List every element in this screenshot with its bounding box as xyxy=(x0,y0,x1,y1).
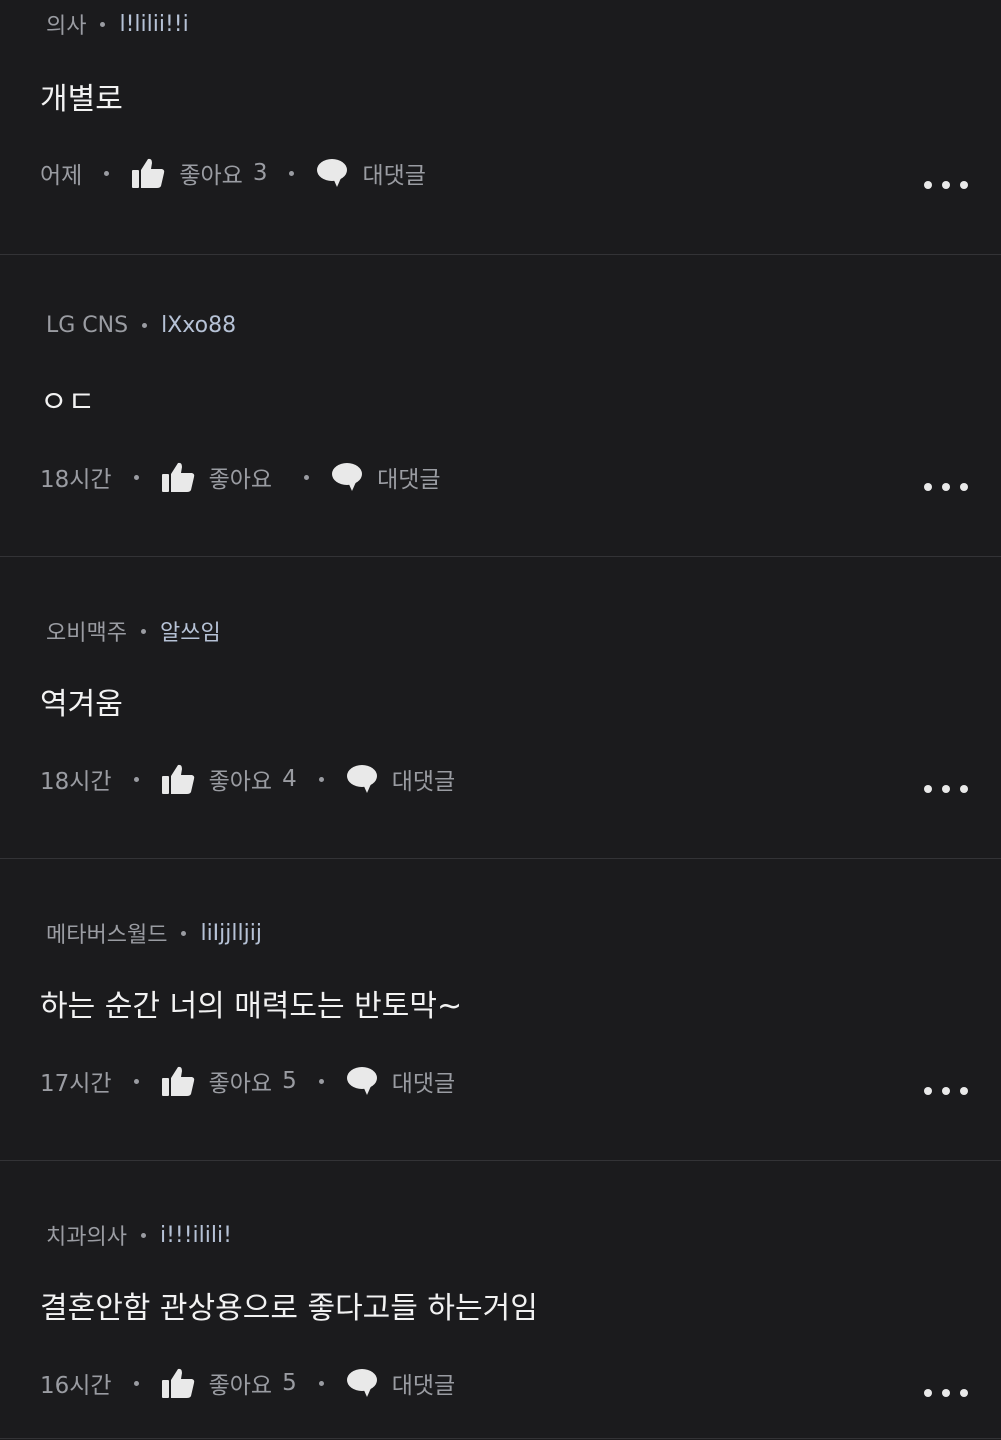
comment-item: 메타버스월드 liIjjlljij 하는 순간 너의 매력도는 반토막~ 17시… xyxy=(0,859,1001,1161)
author-nickname[interactable]: lXxo88 xyxy=(161,313,236,338)
reply-button[interactable]: 대댓글 xyxy=(331,460,441,494)
like-button[interactable]: 좋아요 4 xyxy=(161,762,297,796)
reply-button[interactable]: 대댓글 xyxy=(346,1366,455,1400)
more-options-button[interactable] xyxy=(924,477,968,497)
thumbs-up-icon xyxy=(161,764,194,794)
comment-item: 오비맥주 알쓰임 역겨움 18시간 좋아요 4 대댓글 xyxy=(0,557,1001,859)
separator-dot xyxy=(133,776,139,782)
reply-label: 대댓글 xyxy=(391,1071,456,1097)
comment-actions: 18시간 좋아요 대댓글 xyxy=(40,460,441,494)
speech-bubble-icon xyxy=(346,765,377,793)
like-count: 4 xyxy=(282,766,297,792)
author-nickname[interactable]: 알쓰임 xyxy=(160,615,221,647)
comment-text: 하는 순간 너의 매력도는 반토막~ xyxy=(40,989,463,1024)
separator-dot xyxy=(100,21,106,27)
thumbs-up-icon xyxy=(161,1066,194,1096)
comment-meta: 오비맥주 알쓰임 xyxy=(46,615,221,647)
comment-actions: 16시간 좋아요 5 대댓글 xyxy=(40,1366,455,1400)
separator-dot xyxy=(142,323,148,328)
speech-bubble-icon xyxy=(346,1067,377,1095)
reply-button[interactable]: 대댓글 xyxy=(316,156,426,190)
author-company: 메타버스월드 xyxy=(46,923,168,948)
speech-bubble-icon xyxy=(332,463,363,491)
separator-dot xyxy=(140,628,146,634)
comment-text: 개별로 xyxy=(40,82,123,117)
like-button[interactable]: 좋아요 xyxy=(161,460,282,494)
comment-actions: 어제 좋아요 3 대댓글 xyxy=(40,156,426,190)
more-horizontal-icon xyxy=(924,785,932,793)
comment-meta: 치과의사 i!!!ilili! xyxy=(46,1219,232,1251)
author-nickname[interactable]: i!!!ilili! xyxy=(160,1223,232,1248)
separator-dot xyxy=(140,1232,146,1238)
separator-dot xyxy=(304,474,310,480)
comment-item: 의사 l!lilii!!i 개별로 어제 좋아요 3 대댓글 xyxy=(0,0,1001,255)
comment-meta: LG CNS lXxo88 xyxy=(46,313,236,338)
comment-meta: 메타버스월드 liIjjlljij xyxy=(46,917,262,949)
more-horizontal-icon xyxy=(924,181,932,189)
thumbs-up-icon xyxy=(161,1368,194,1398)
more-horizontal-icon xyxy=(924,483,932,491)
comment-actions: 17시간 좋아요 5 대댓글 xyxy=(40,1064,455,1098)
reply-label: 대댓글 xyxy=(391,769,456,795)
reply-label: 대댓글 xyxy=(377,467,441,493)
separator-dot xyxy=(133,1078,139,1084)
comment-text: ㅇㄷ xyxy=(40,385,96,420)
author-nickname[interactable]: liIjjlljij xyxy=(200,921,262,946)
separator-dot xyxy=(289,170,295,176)
like-label: 좋아요 xyxy=(208,769,273,795)
comment-meta: 의사 l!lilii!!i xyxy=(46,8,189,40)
more-horizontal-icon xyxy=(924,1389,932,1397)
more-options-button[interactable] xyxy=(924,1081,968,1101)
separator-dot xyxy=(318,776,324,782)
more-options-button[interactable] xyxy=(924,779,968,799)
author-nickname[interactable]: l!lilii!!i xyxy=(119,12,188,37)
comment-time: 17시간 xyxy=(40,1071,112,1097)
separator-dot xyxy=(181,930,187,936)
author-company: LG CNS xyxy=(46,313,129,338)
like-label: 좋아요 xyxy=(179,163,243,189)
more-options-button[interactable] xyxy=(924,175,968,195)
like-label: 좋아요 xyxy=(208,1071,273,1097)
separator-dot xyxy=(133,474,139,480)
like-button[interactable]: 좋아요 5 xyxy=(161,1366,297,1400)
comment-item: LG CNS lXxo88 ㅇㄷ 18시간 좋아요 대댓글 xyxy=(0,255,1001,557)
reply-label: 대댓글 xyxy=(391,1373,456,1399)
comment-text: 역겨움 xyxy=(40,687,123,722)
like-count: 5 xyxy=(282,1370,297,1396)
more-options-button[interactable] xyxy=(924,1383,968,1403)
separator-dot xyxy=(318,1078,324,1084)
separator-dot xyxy=(318,1380,324,1386)
like-label: 좋아요 xyxy=(208,1373,273,1399)
comment-text: 결혼안함 관상용으로 좋다고들 하는거임 xyxy=(40,1291,538,1326)
comment-item: 치과의사 i!!!ilili! 결혼안함 관상용으로 좋다고들 하는거임 16시… xyxy=(0,1161,1001,1439)
comment-actions: 18시간 좋아요 4 대댓글 xyxy=(40,762,455,796)
author-company: 치과의사 xyxy=(46,1225,127,1250)
more-horizontal-icon xyxy=(924,1087,932,1095)
reply-label: 대댓글 xyxy=(362,163,426,189)
thumbs-up-icon xyxy=(132,158,165,188)
comment-time: 16시간 xyxy=(40,1373,112,1399)
reply-button[interactable]: 대댓글 xyxy=(346,1064,455,1098)
thumbs-up-icon xyxy=(161,462,194,492)
reply-button[interactable]: 대댓글 xyxy=(346,762,455,796)
comment-time: 18시간 xyxy=(40,467,112,493)
like-count: 5 xyxy=(282,1068,297,1094)
speech-bubble-icon xyxy=(317,159,348,187)
comment-time: 18시간 xyxy=(40,769,112,795)
author-company: 의사 xyxy=(46,14,87,39)
like-button[interactable]: 좋아요 3 xyxy=(131,156,267,190)
like-button[interactable]: 좋아요 5 xyxy=(161,1064,297,1098)
separator-dot xyxy=(133,1380,139,1386)
author-company: 오비맥주 xyxy=(46,621,127,646)
comment-time: 어제 xyxy=(40,163,83,189)
speech-bubble-icon xyxy=(346,1369,377,1397)
like-label: 좋아요 xyxy=(208,467,273,493)
like-count: 3 xyxy=(252,160,268,186)
separator-dot xyxy=(104,170,110,176)
